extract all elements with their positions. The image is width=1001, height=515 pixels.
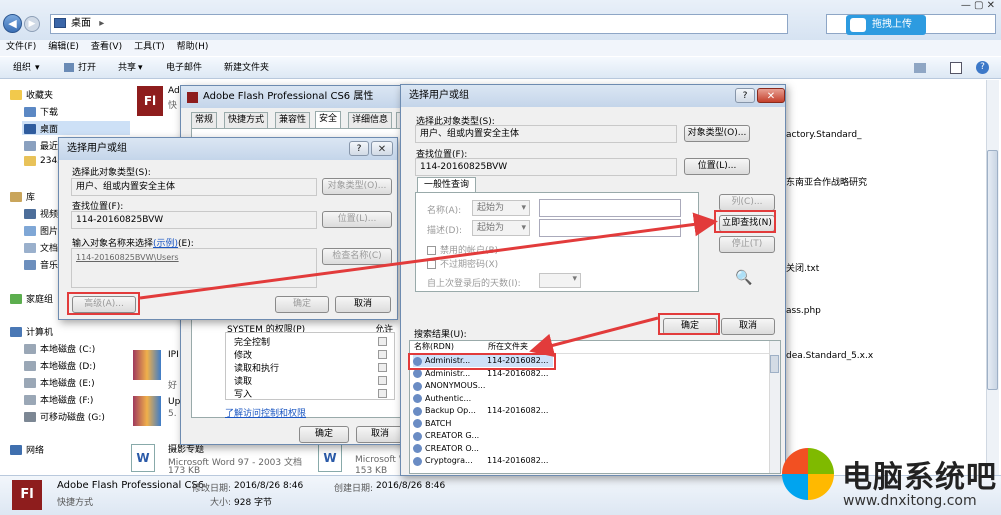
watermark-logo [782, 448, 834, 500]
annotation-arrows [139, 212, 718, 358]
arrow-advanced-to-find [139, 212, 718, 300]
arrow-ok-to-result [529, 316, 659, 358]
windows-logo-icon [782, 448, 834, 500]
watermark-url: www.dnxitong.com [843, 493, 977, 509]
watermark-brand: 电脑系统吧 [842, 460, 997, 495]
